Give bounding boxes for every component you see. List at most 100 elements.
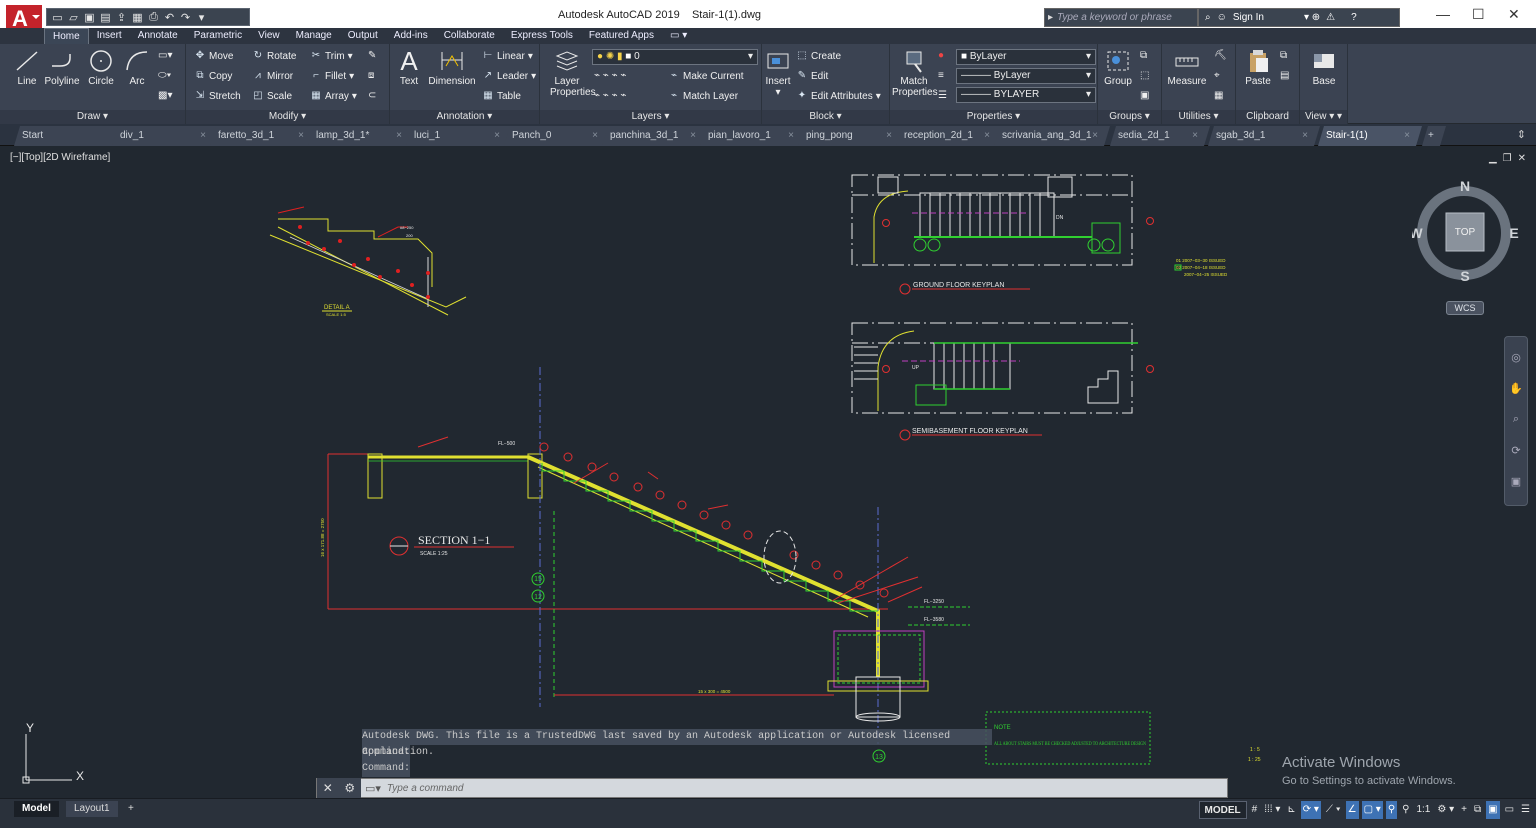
explode-icon[interactable]: ⧈ [368,70,374,81]
binoculars-icon[interactable]: ⌕ [1205,12,1211,23]
modify-panel-title[interactable]: Modify ▾ [186,110,389,124]
layer-tools-row-2[interactable]: ⌁ ⌁ ⌁ ⌁ [594,90,626,101]
close-icon[interactable]: × [984,126,990,145]
file-tab[interactable]: panchina_3d_1 × [602,126,708,146]
stretch-button[interactable]: ⇲ Stretch [194,90,241,102]
groups-panel-title[interactable]: Groups ▾ [1098,110,1161,124]
annotation-visibility-icon[interactable]: ⚲ [1385,801,1398,819]
create-block-button[interactable]: ⬚ Create [796,50,841,62]
units-icon[interactable]: ⧉ [1472,801,1483,819]
minimize-button[interactable]: — [1436,6,1450,22]
file-tab[interactable]: Panch_0 × [504,126,610,146]
insert-button[interactable]: Insert ▾ [762,48,794,98]
layout1-tab[interactable]: Layout1 [66,801,118,817]
close-icon[interactable]: × [690,126,696,145]
maximize-button[interactable]: ☐ [1472,6,1485,23]
color-wheel-icon[interactable]: ● [938,50,944,61]
close-command-icon[interactable]: ✕ [323,781,333,795]
edit-attributes-button[interactable]: ✦ Edit Attributes ▾ [796,90,881,102]
tab-insert[interactable]: Insert [89,28,130,44]
match-layer-button[interactable]: ⌁ Match Layer [668,90,738,102]
copy-clip-icon[interactable]: ⧉ [1280,50,1287,61]
erase-icon[interactable]: ✎ [368,50,376,61]
close-icon[interactable]: × [1092,126,1098,145]
clipboard-panel-title[interactable]: Clipboard [1236,110,1299,124]
file-tab[interactable]: luci_1 × [406,126,512,146]
file-tab[interactable]: Start [14,126,124,146]
file-tab[interactable]: pian_lavoro_1 × [700,126,806,146]
edit-block-button[interactable]: ✎ Edit [796,70,828,82]
ortho-icon[interactable]: ⟋ ▾ [1324,801,1343,819]
customization-icon[interactable]: ☰ [1519,801,1532,819]
restore-viewport-icon[interactable]: ❐ [1503,153,1512,164]
linetype-dropdown[interactable]: ——— ByLayer ▾ [956,68,1096,84]
tab-collaborate[interactable]: Collaborate [436,28,503,44]
command-input[interactable]: Type a command [381,783,464,794]
scale-button[interactable]: ◰ Scale [252,90,292,102]
layer-tools-row-1[interactable]: ⌁ ⌁ ⌁ ⌁ [594,70,626,81]
object-snap-icon[interactable]: ▢ ▾ [1361,801,1383,819]
sign-in-link[interactable]: Sign In [1233,12,1264,23]
transparency-icon[interactable]: ☰ [938,90,947,101]
redo-icon[interactable]: ↷ [179,11,192,24]
properties-panel-title[interactable]: Properties ▾ [890,110,1097,124]
base-button[interactable]: Base [1304,48,1344,87]
compass-south[interactable]: S [1460,268,1469,284]
snap-icon[interactable]: ⁞⁞⁞ ▾ [1262,801,1282,819]
ellipse-icon[interactable]: ⬭▾ [158,70,171,81]
cut-icon[interactable]: ▤ [1280,70,1289,81]
customize-command-icon[interactable]: ⚙ [344,781,355,795]
file-tab[interactable]: scrivania_ang_3d_1 × [994,126,1110,146]
steering-wheel-icon[interactable]: ◎ [1505,351,1527,364]
file-tab[interactable]: div_1 × [112,126,218,146]
close-icon[interactable]: × [298,126,304,145]
recent-commands-icon[interactable]: ▭▾ [361,782,381,795]
model-space-button[interactable]: MODEL [1198,801,1247,819]
upload-icon[interactable]: ⇪ [115,11,128,24]
color-dropdown[interactable]: ■ ByLayer ▾ [956,49,1096,65]
close-icon[interactable]: × [788,126,794,145]
close-icon[interactable]: × [1192,126,1198,145]
lineweight-dropdown[interactable]: ——— BYLAYER ▾ [956,87,1096,103]
help-icon[interactable]: ? [1351,12,1357,23]
close-icon[interactable]: × [494,126,500,145]
annotation-scale-icon[interactable]: ⚲ [1400,801,1411,819]
viewcube[interactable]: TOP N S E W [1412,177,1522,287]
grid-icon[interactable]: # [1250,801,1260,819]
calculator-icon[interactable]: ▦ [1214,90,1223,101]
new-tab-button[interactable]: + [1422,126,1446,146]
lineweight-icon[interactable]: ≡ [938,70,944,81]
search-input[interactable]: Type a keyword or phrase [1044,8,1198,27]
close-button[interactable]: ✕ [1508,6,1520,23]
trim-button[interactable]: ✂ Trim ▾ [310,50,353,62]
clean-screen-icon[interactable]: ▭ [1503,801,1516,819]
drawing-canvas[interactable]: [−][Top][2D Wireframe] #8−250 200 DETAIL… [8,147,1530,798]
cart-icon[interactable]: ▾ ⊕ [1304,12,1320,23]
compass-east[interactable]: E [1509,225,1518,241]
tab-view[interactable]: View [250,28,288,44]
pan-icon[interactable]: ✋ [1505,382,1527,395]
close-viewport-icon[interactable]: ✕ [1518,153,1526,164]
file-tab[interactable]: sedia_2d_1 × [1110,126,1210,146]
tab-featured-apps[interactable]: Featured Apps [581,28,662,44]
offset-icon[interactable]: ⊂ [368,90,376,101]
undo-icon[interactable]: ↶ [163,11,176,24]
close-icon[interactable]: × [1404,126,1410,145]
tab-home[interactable]: Home [44,28,89,44]
tab-manage[interactable]: Manage [288,28,340,44]
file-tab[interactable]: reception_2d_1 × [896,126,1002,146]
rotate-button[interactable]: ↻ Rotate [252,50,297,62]
polyline-button[interactable]: Polyline [42,48,82,87]
infer-constraints-icon[interactable]: ⊾ [1285,801,1297,819]
file-tab-active[interactable]: Stair-1(1) × [1318,126,1422,146]
move-button[interactable]: ✥ Move [194,50,234,62]
minimize-viewport-icon[interactable]: ▁ [1489,153,1497,164]
close-icon[interactable]: × [592,126,598,145]
circle-button[interactable]: Circle [84,48,118,87]
zoom-icon[interactable]: ⌕ [1505,413,1527,426]
viewcube-top-face[interactable]: TOP [1455,227,1476,238]
copy-button[interactable]: ⧉ Copy [194,70,232,82]
ungroup-icon[interactable]: ⧉ [1140,50,1147,61]
rectangle-icon[interactable]: ▭▾ [158,50,172,61]
workspace-gear-icon[interactable]: ⚙ ▾ [1435,801,1456,819]
